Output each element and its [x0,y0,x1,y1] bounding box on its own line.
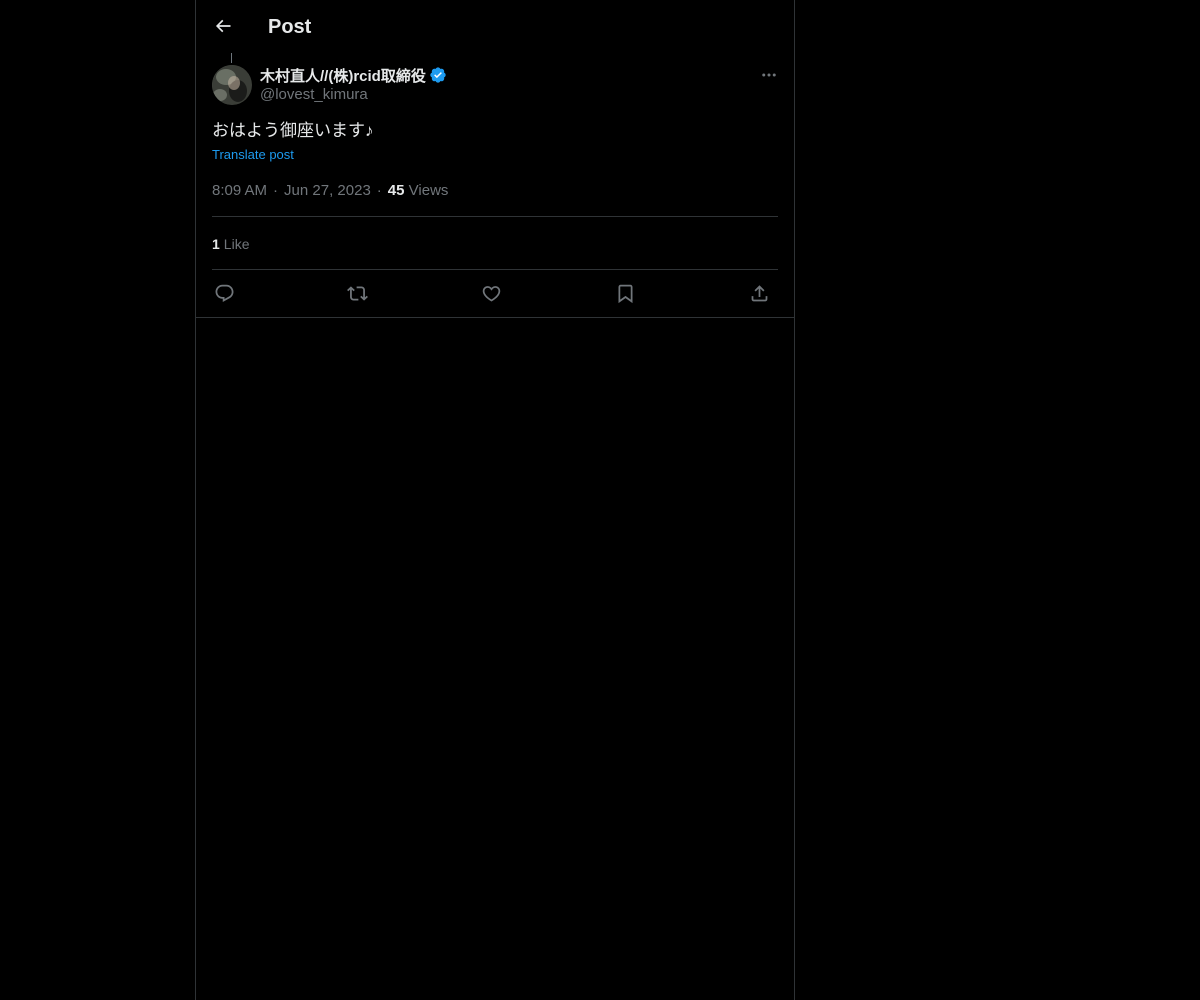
post-time[interactable]: 8:09 AM [212,182,267,199]
likes-summary[interactable]: 1 Like [212,234,249,254]
thread-connector-line [231,53,232,63]
reply-button[interactable] [212,281,236,305]
divider [212,269,778,270]
action-bar [212,281,778,305]
more-dots-icon [762,73,776,77]
bookmark-icon [618,284,632,303]
author-display-name[interactable]: 木村直人//(株)rcid取締役 [260,65,426,86]
heart-icon [482,285,500,302]
more-options-button[interactable] [758,64,780,86]
share-button[interactable] [747,281,771,305]
meta-separator: · [273,182,279,199]
avatar-image [212,65,252,105]
post-bottom-border [196,317,794,318]
divider [212,216,778,217]
likes-label: Like [223,236,250,252]
likes-count: 1 [212,236,220,252]
arrow-left-icon [215,19,231,33]
like-button[interactable] [479,281,503,305]
views-label: Views [408,182,449,199]
post-column: Post 木村直人//(株)rcid取締役 @lovest_kimura おはよ… [195,0,795,1000]
post-date[interactable]: Jun 27, 2023 [284,182,371,199]
bookmark-button[interactable] [613,281,637,305]
views-count: 45 [387,182,405,199]
verified-badge-icon[interactable] [429,66,447,84]
post-text: おはよう御座います♪ [212,121,374,140]
author-name-row: 木村直人//(株)rcid取締役 [260,65,447,85]
page-title: Post [268,16,312,38]
back-button[interactable] [208,11,238,41]
translate-post-link[interactable]: Translate post [212,146,294,164]
top-bar: Post [196,0,794,53]
author-handle[interactable]: @lovest_kimura [260,86,368,103]
meta-separator: · [376,182,382,199]
repost-button[interactable] [345,281,369,305]
post-meta: 8:09 AM · Jun 27, 2023 · 45 Views [212,181,448,201]
avatar[interactable] [212,65,252,105]
share-icon [751,284,767,301]
reply-icon [215,284,233,302]
repost-icon [346,285,368,301]
